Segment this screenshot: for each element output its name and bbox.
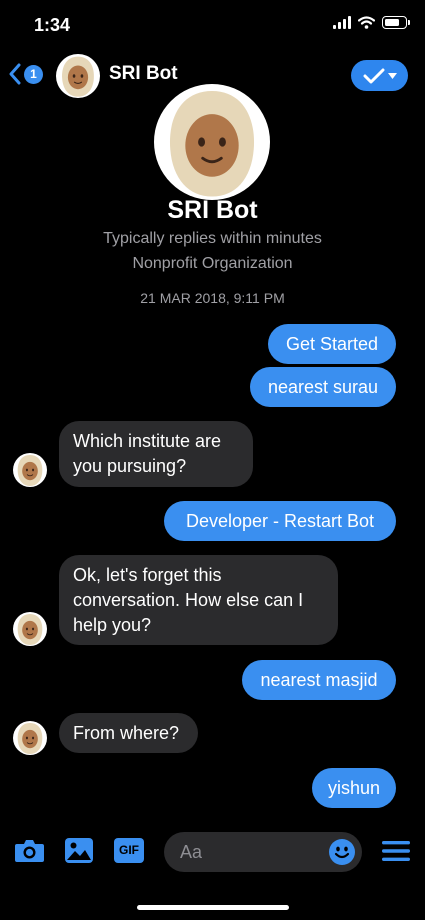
camera-icon (15, 840, 44, 862)
message-line: From where? (73, 722, 180, 743)
back-button[interactable]: 1 (8, 63, 43, 85)
hijab-avatar-icon (13, 612, 47, 646)
message-line: Ok, let's forget this (73, 564, 222, 585)
profile-avatar (154, 84, 270, 205)
status-icons (333, 16, 410, 29)
caret-down-icon (387, 72, 397, 79)
status-time: 1:34 (34, 15, 71, 35)
message-bubble-outgoing[interactable]: Developer - Restart Bot (164, 501, 396, 541)
battery-level (385, 19, 400, 26)
checkmark-icon (363, 68, 384, 83)
message-line: Which institute are (73, 431, 222, 451)
done-dropdown-button[interactable] (351, 60, 408, 91)
bot-avatar-small (13, 612, 47, 651)
message-bubble-incoming[interactable]: Ok, let's forget this conversation. How … (59, 555, 338, 645)
status-bar: 1:34 (0, 0, 425, 50)
message-bubble-outgoing[interactable]: yishun (312, 768, 396, 808)
menu-icon (382, 841, 410, 861)
hijab-avatar-icon (13, 721, 47, 755)
chat-title[interactable]: SRI Bot (109, 63, 178, 85)
message-input-placeholder: Aa (180, 842, 203, 862)
cellular-signal-icon (333, 16, 351, 29)
battery-icon (382, 16, 410, 29)
camera-button[interactable] (14, 837, 45, 869)
profile-name: SRI Bot (167, 196, 258, 224)
message-line: help you? (73, 614, 152, 635)
home-indicator[interactable] (137, 905, 289, 910)
unread-count-badge: 1 (24, 64, 43, 84)
message-bubble-incoming[interactable]: From where? (59, 713, 198, 753)
bot-avatar-small (13, 721, 47, 760)
message-composer: GIF Aa (0, 824, 425, 880)
message-bubble-outgoing[interactable]: nearest surau (250, 367, 396, 407)
wifi-icon (358, 16, 375, 29)
hijab-avatar-icon (154, 84, 270, 200)
message-bubble-incoming[interactable]: Which institute are you pursuing? (59, 421, 253, 487)
photo-button[interactable] (64, 837, 94, 869)
reply-time: Typically replies within minutes (103, 230, 322, 247)
menu-button[interactable] (382, 840, 410, 867)
message-bubble-outgoing[interactable]: Get Started (268, 324, 396, 364)
hijab-avatar-icon (13, 453, 47, 487)
message-bubble-outgoing[interactable]: nearest masjid (242, 660, 396, 700)
conversation-date: 21 MAR 2018, 9:11 PM (140, 290, 285, 306)
message-line: conversation. How else can I (73, 589, 304, 610)
profile-category: Nonprofit Organization (132, 255, 293, 272)
bot-avatar-small (13, 453, 47, 492)
hijab-avatar-icon (56, 54, 100, 98)
message-line: you pursuing? (73, 456, 187, 476)
bot-avatar[interactable] (56, 54, 100, 103)
gif-label: GIF (119, 843, 139, 857)
emoji-icon[interactable] (328, 838, 356, 866)
chevron-left-icon (9, 63, 21, 85)
photo-icon (65, 838, 93, 863)
message-input[interactable]: Aa (164, 832, 362, 872)
gif-button[interactable]: GIF (113, 837, 145, 869)
